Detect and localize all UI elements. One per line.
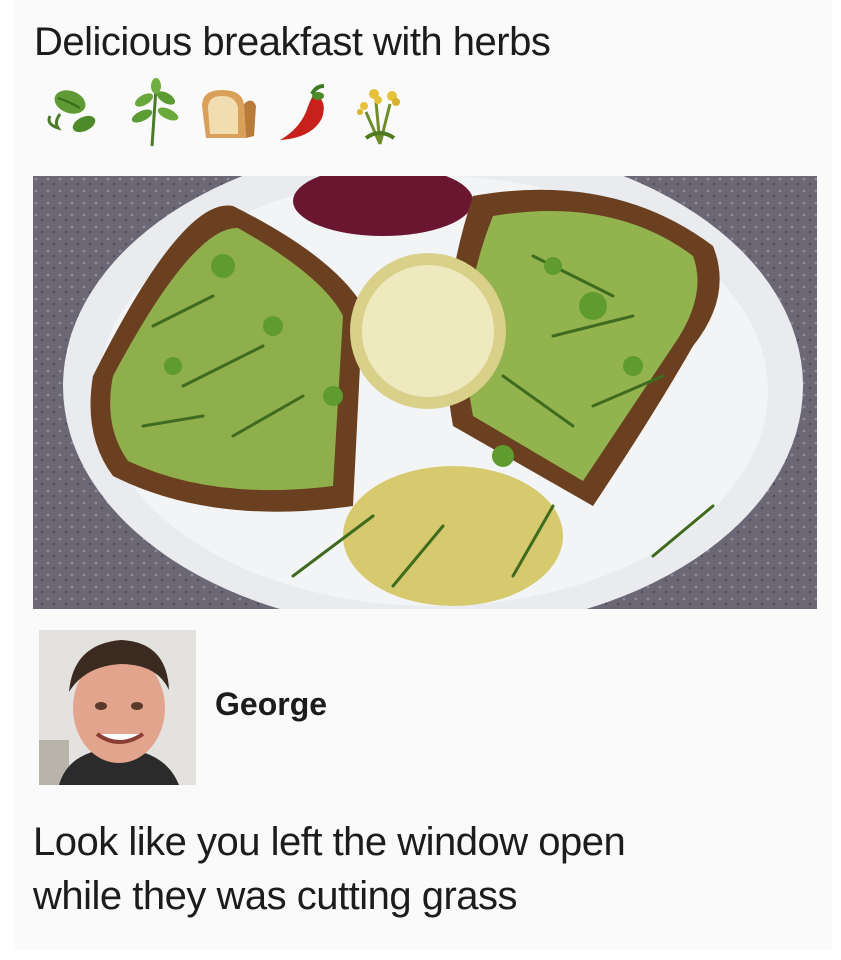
avatar[interactable] bbox=[39, 630, 196, 785]
herb-sprig-icon bbox=[131, 78, 179, 147]
comment-line: while they was cutting grass bbox=[33, 874, 518, 918]
comment-author-name[interactable]: George bbox=[215, 686, 327, 723]
emoji-row bbox=[36, 78, 436, 156]
leaf-herb-icon bbox=[47, 90, 96, 133]
breakfast-photo bbox=[33, 176, 817, 609]
comment-line: Look like you left the window open bbox=[33, 820, 626, 864]
comment-text: Look like you left the window open while… bbox=[33, 815, 813, 923]
hot-pepper-icon bbox=[280, 84, 325, 140]
post-caption: Delicious breakfast with herbs bbox=[34, 20, 551, 64]
bread-icon bbox=[202, 90, 256, 138]
sheaf-of-rice-icon bbox=[357, 89, 400, 145]
